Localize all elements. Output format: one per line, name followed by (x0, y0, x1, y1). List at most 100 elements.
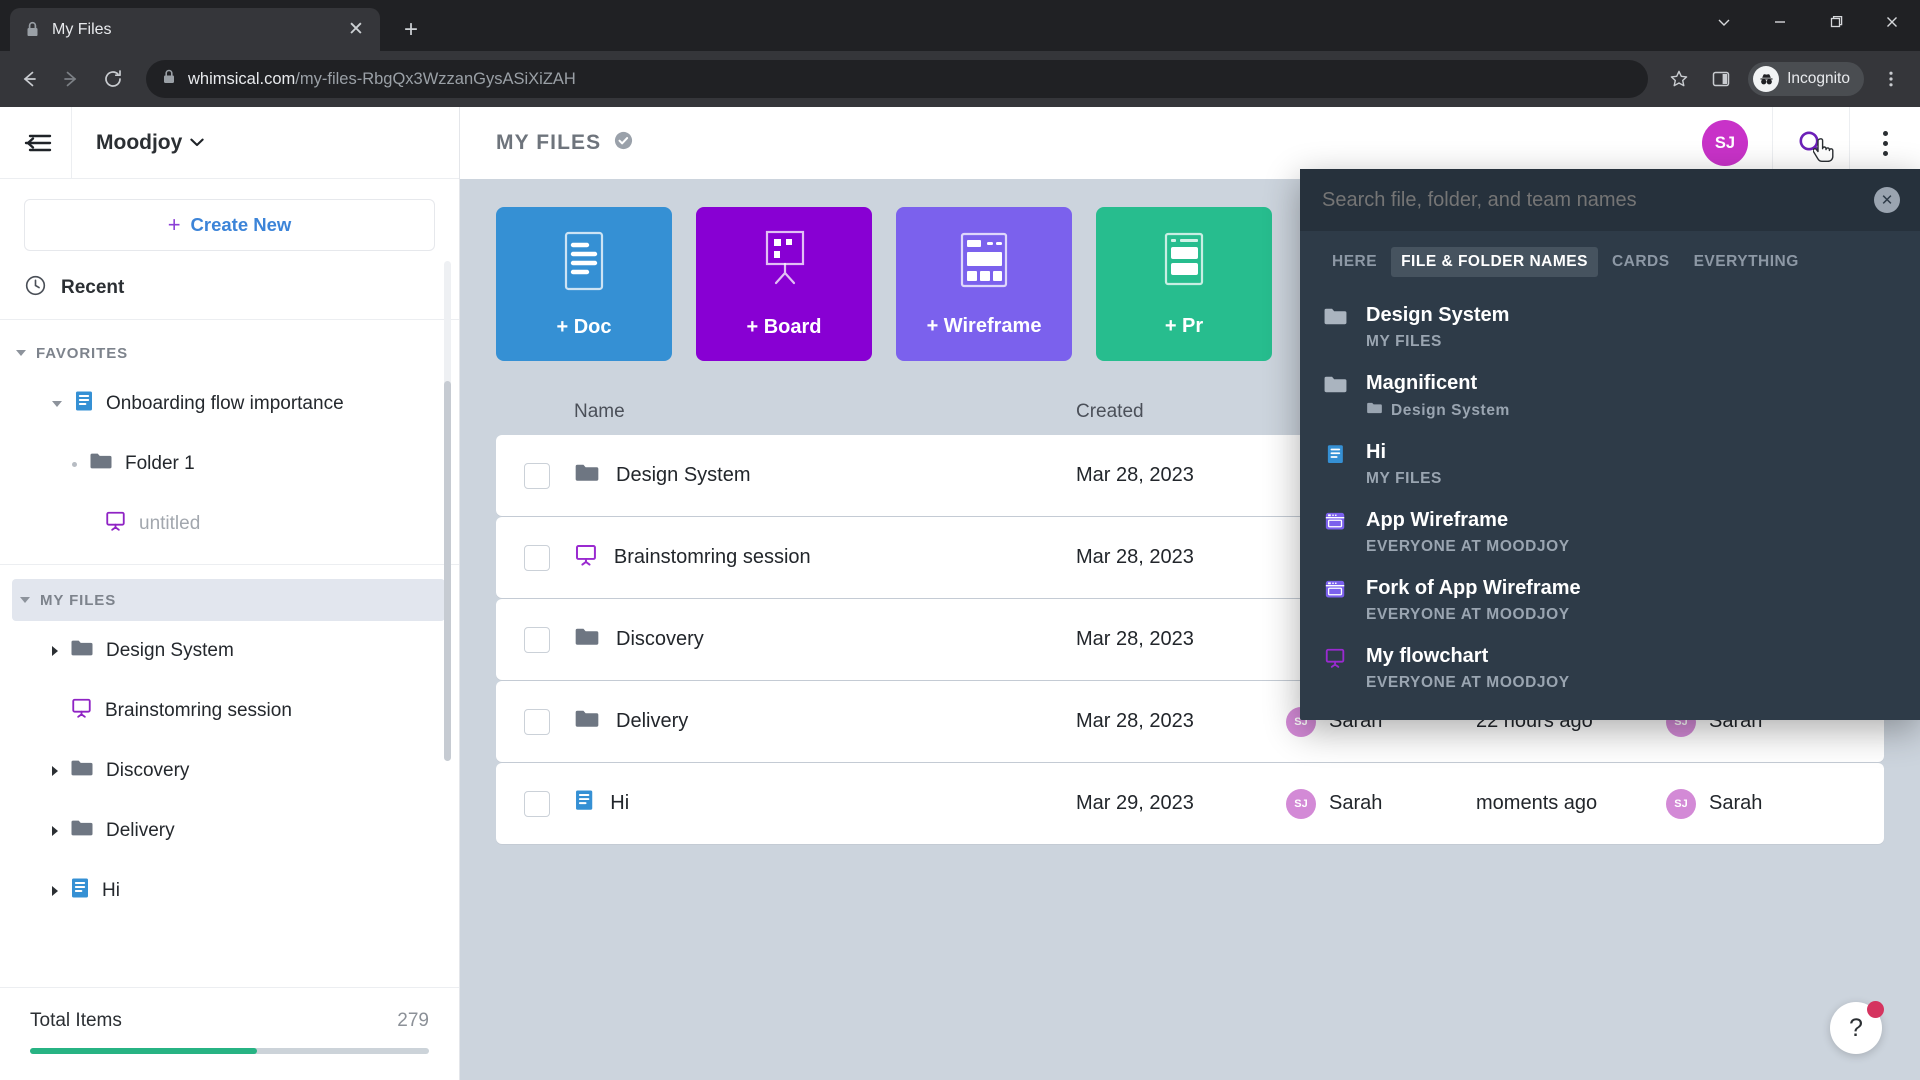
chevron-down-icon (190, 135, 204, 150)
row-name-cell: Hi (574, 788, 1076, 818)
search-scope-tab[interactable]: EVERYTHING (1684, 247, 1809, 277)
close-icon[interactable] (1864, 0, 1920, 44)
doc-icon (558, 230, 610, 298)
sidebar-header: Moodjoy (0, 106, 459, 179)
row-checkbox[interactable] (524, 626, 550, 653)
chevron-right-icon[interactable] (52, 826, 58, 836)
sidebar-item-label: Onboarding flow importance (106, 393, 344, 414)
minimize-icon[interactable] (1752, 0, 1808, 44)
search-result-item[interactable]: Fork of App Wireframe EVERYONE AT MOODJO… (1300, 566, 1920, 634)
sidebar-item-hi[interactable]: Hi (0, 861, 459, 921)
project-icon (1158, 231, 1210, 297)
chevron-down-icon[interactable] (52, 401, 62, 407)
collapse-sidebar-icon[interactable] (0, 106, 72, 179)
sidebar-item-label: Brainstomring session (105, 700, 292, 721)
search-results-list: Design System MY FILES Magnificent Desig… (1300, 287, 1920, 702)
folder-icon (1366, 401, 1383, 420)
search-result-item[interactable]: Hi MY FILES (1300, 430, 1920, 498)
sidebar-section-favorites[interactable]: FAVORITES (0, 332, 459, 374)
row-name-cell: Delivery (574, 708, 1076, 736)
folder-icon (89, 451, 113, 477)
row-checkbox[interactable] (524, 462, 550, 489)
search-result-title: Fork of App Wireframe (1366, 577, 1581, 599)
search-result-item[interactable]: Magnificent Design System (1300, 361, 1920, 430)
create-wireframe-card[interactable]: + Wireframe (896, 207, 1072, 361)
search-scope-tabs: HERE FILE & FOLDER NAMES CARDS EVERYTHING (1300, 231, 1920, 287)
sidebar-item-folder-1[interactable]: Folder 1 (0, 434, 459, 494)
board-icon (574, 543, 598, 573)
search-result-item[interactable]: App Wireframe EVERYONE AT MOODJOY (1300, 498, 1920, 566)
url-domain: whimsical.com (188, 69, 296, 88)
kebab-menu-icon[interactable] (1872, 60, 1910, 98)
wireframe-icon (955, 231, 1013, 297)
forward-button[interactable] (52, 60, 90, 98)
folder-icon (70, 758, 94, 784)
doc-icon (574, 788, 594, 818)
avatar[interactable]: SJ (1702, 120, 1748, 166)
row-checkbox[interactable] (524, 708, 550, 735)
close-icon[interactable]: ✕ (344, 18, 368, 42)
back-button[interactable] (10, 60, 48, 98)
table-row[interactable]: Hi Mar 29, 2023 SJ Sarah moments ago SJ Sa… (496, 763, 1884, 844)
search-result-item[interactable]: Design System MY FILES (1300, 293, 1920, 361)
total-items-count: 279 (397, 1010, 429, 1031)
sidebar-item-label: Recent (61, 277, 125, 298)
close-circle-icon[interactable]: ✕ (1874, 187, 1900, 213)
sidebar-item-brainstomring-session[interactable]: Brainstomring session (0, 681, 459, 741)
column-header-created[interactable]: Created (1076, 401, 1286, 423)
address-bar[interactable]: whimsical.com/my-files-RbgQx3WzzanGysASi… (146, 60, 1649, 98)
sidebar-item-untitled[interactable]: untitled (0, 494, 459, 554)
search-result-item[interactable]: My flowchart EVERYONE AT MOODJOY (1300, 634, 1920, 702)
search-scope-tab[interactable]: HERE (1322, 247, 1387, 277)
reload-button[interactable] (94, 60, 132, 98)
chevron-right-icon[interactable] (52, 646, 58, 656)
chevron-right-icon[interactable] (52, 766, 58, 776)
row-modified-by-label: Sarah (1709, 792, 1763, 814)
row-created-by: SJ Sarah (1286, 788, 1476, 819)
search-input-row[interactable]: ✕ (1300, 169, 1920, 231)
search-scope-tab[interactable]: FILE & FOLDER NAMES (1391, 247, 1598, 277)
create-new-button[interactable]: + Create New (24, 199, 435, 251)
search-scope-tab[interactable]: CARDS (1602, 247, 1680, 277)
column-header-name[interactable]: Name (524, 401, 1076, 423)
row-checkbox[interactable] (524, 544, 550, 571)
sidebar-item-discovery[interactable]: Discovery (0, 741, 459, 801)
search-result-subtitle: MY FILES (1366, 470, 1442, 488)
sidebar-item-onboarding-flow-importance[interactable]: Onboarding flow importance (0, 374, 459, 434)
new-tab-button[interactable]: + (394, 13, 428, 47)
create-new-label: Create New (190, 214, 292, 235)
search-result-location: EVERYONE AT MOODJOY (1366, 538, 1570, 555)
search-result-subtitle: MY FILES (1366, 333, 1509, 351)
incognito-indicator[interactable]: Incognito (1748, 62, 1864, 96)
sidebar-scrollbar-thumb[interactable] (444, 381, 451, 761)
sidebar-item-delivery[interactable]: Delivery (0, 801, 459, 861)
create-board-card[interactable]: + Board (696, 207, 872, 361)
sidebar-item-label: Design System (106, 640, 234, 661)
create-project-card[interactable]: + Pr (1096, 207, 1272, 361)
clock-icon (24, 274, 47, 302)
team-switcher[interactable]: Moodjoy (72, 131, 204, 155)
bullet-icon (72, 461, 77, 467)
row-checkbox[interactable] (524, 790, 550, 817)
folder-icon (574, 626, 600, 654)
create-card-label: + Wireframe (926, 314, 1042, 337)
sidebar-section-my-files[interactable]: MY FILES (12, 579, 445, 621)
page-title: MY FILES (496, 131, 602, 154)
plus-icon: + (167, 212, 181, 237)
sidebar-item-design-system[interactable]: Design System (0, 621, 459, 681)
maximize-icon[interactable] (1808, 0, 1864, 44)
sidebar-item-recent[interactable]: Recent (0, 257, 459, 319)
row-name-cell: Brainstomring session (574, 543, 1076, 573)
chevron-right-icon[interactable] (52, 886, 58, 896)
search-panel: ✕ HEREFILE & FOLDER NAMESCARDSEVERYTHING… (1300, 169, 1920, 720)
search-input[interactable] (1322, 188, 1843, 212)
side-panel-icon[interactable] (1702, 60, 1740, 98)
chevron-down-icon[interactable] (1696, 0, 1752, 44)
sidebar-section-label: MY FILES (40, 591, 117, 609)
board-icon (755, 230, 813, 298)
star-icon[interactable] (1660, 60, 1698, 98)
folder-icon (574, 462, 600, 490)
create-doc-card[interactable]: + Doc (496, 207, 672, 361)
browser-tab[interactable]: My Files ✕ (10, 8, 380, 51)
sidebar-item-label: Delivery (106, 820, 175, 841)
